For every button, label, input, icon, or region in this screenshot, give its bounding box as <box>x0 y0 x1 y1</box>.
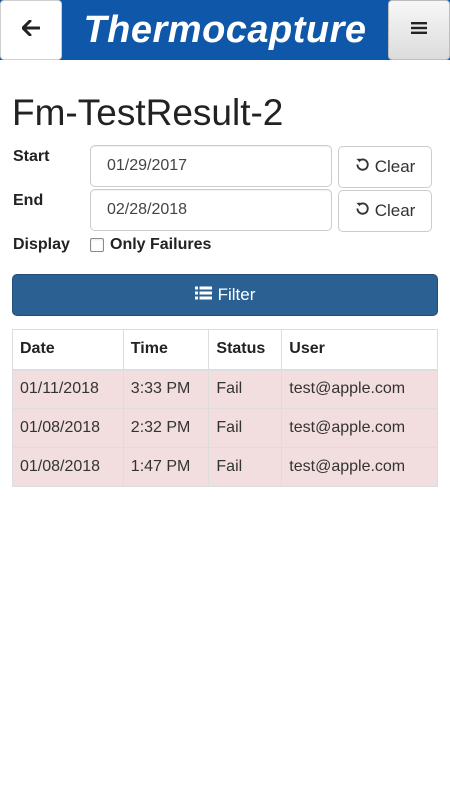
column-header-user[interactable]: User <box>281 329 438 371</box>
column-header-date[interactable]: Date <box>12 329 124 371</box>
cell-user: test@apple.com <box>281 369 438 409</box>
cell-time: 3:33 PM <box>122 369 210 409</box>
cell-status: Fail <box>208 408 283 448</box>
cell-time: 2:32 PM <box>122 408 210 448</box>
filter-button-label: Filter <box>217 285 256 304</box>
table-row[interactable]: 01/08/2018 2:32 PM Fail test@apple.com <box>12 408 438 448</box>
app-title: Thermocapture <box>83 8 367 51</box>
results-table: Date Time Status User 01/11/2018 3:33 PM… <box>12 329 438 487</box>
cell-status: Fail <box>208 447 283 487</box>
clear-start-button[interactable]: Clear <box>338 146 432 188</box>
display-label: Display <box>13 236 70 253</box>
clear-start-label: Clear <box>374 157 416 176</box>
undo-icon <box>355 201 370 221</box>
back-button[interactable] <box>0 0 62 60</box>
cell-status: Fail <box>208 369 283 409</box>
undo-icon <box>355 157 370 177</box>
start-date-input[interactable] <box>90 145 332 187</box>
cell-date: 01/11/2018 <box>12 369 124 409</box>
only-failures-option[interactable]: Only Failures <box>90 236 211 254</box>
end-label: End <box>13 192 44 209</box>
table-row[interactable]: 01/08/2018 1:47 PM Fail test@apple.com <box>12 447 438 487</box>
app-header: Thermocapture <box>0 0 450 60</box>
page-title: Fm-TestResult-2 <box>12 92 284 133</box>
column-header-status[interactable]: Status <box>208 329 283 371</box>
cell-time: 1:47 PM <box>122 447 210 487</box>
clear-end-button[interactable]: Clear <box>338 190 432 232</box>
cell-date: 01/08/2018 <box>12 408 124 448</box>
list-icon <box>194 285 212 305</box>
cell-user: test@apple.com <box>281 447 438 487</box>
only-failures-checkbox[interactable] <box>90 238 104 252</box>
hamburger-menu-icon <box>411 21 427 40</box>
only-failures-label: Only Failures <box>110 236 212 253</box>
arrow-left-icon <box>21 19 41 41</box>
clear-end-label: Clear <box>374 201 416 220</box>
end-date-input[interactable] <box>90 189 332 231</box>
cell-user: test@apple.com <box>281 408 438 448</box>
column-header-time[interactable]: Time <box>122 329 210 371</box>
cell-date: 01/08/2018 <box>12 447 124 487</box>
filter-button[interactable]: Filter <box>12 274 438 316</box>
table-row[interactable]: 01/11/2018 3:33 PM Fail test@apple.com <box>12 369 438 409</box>
start-label: Start <box>13 148 50 165</box>
menu-button[interactable] <box>388 0 450 60</box>
table-header-row: Date Time Status User <box>12 329 438 371</box>
